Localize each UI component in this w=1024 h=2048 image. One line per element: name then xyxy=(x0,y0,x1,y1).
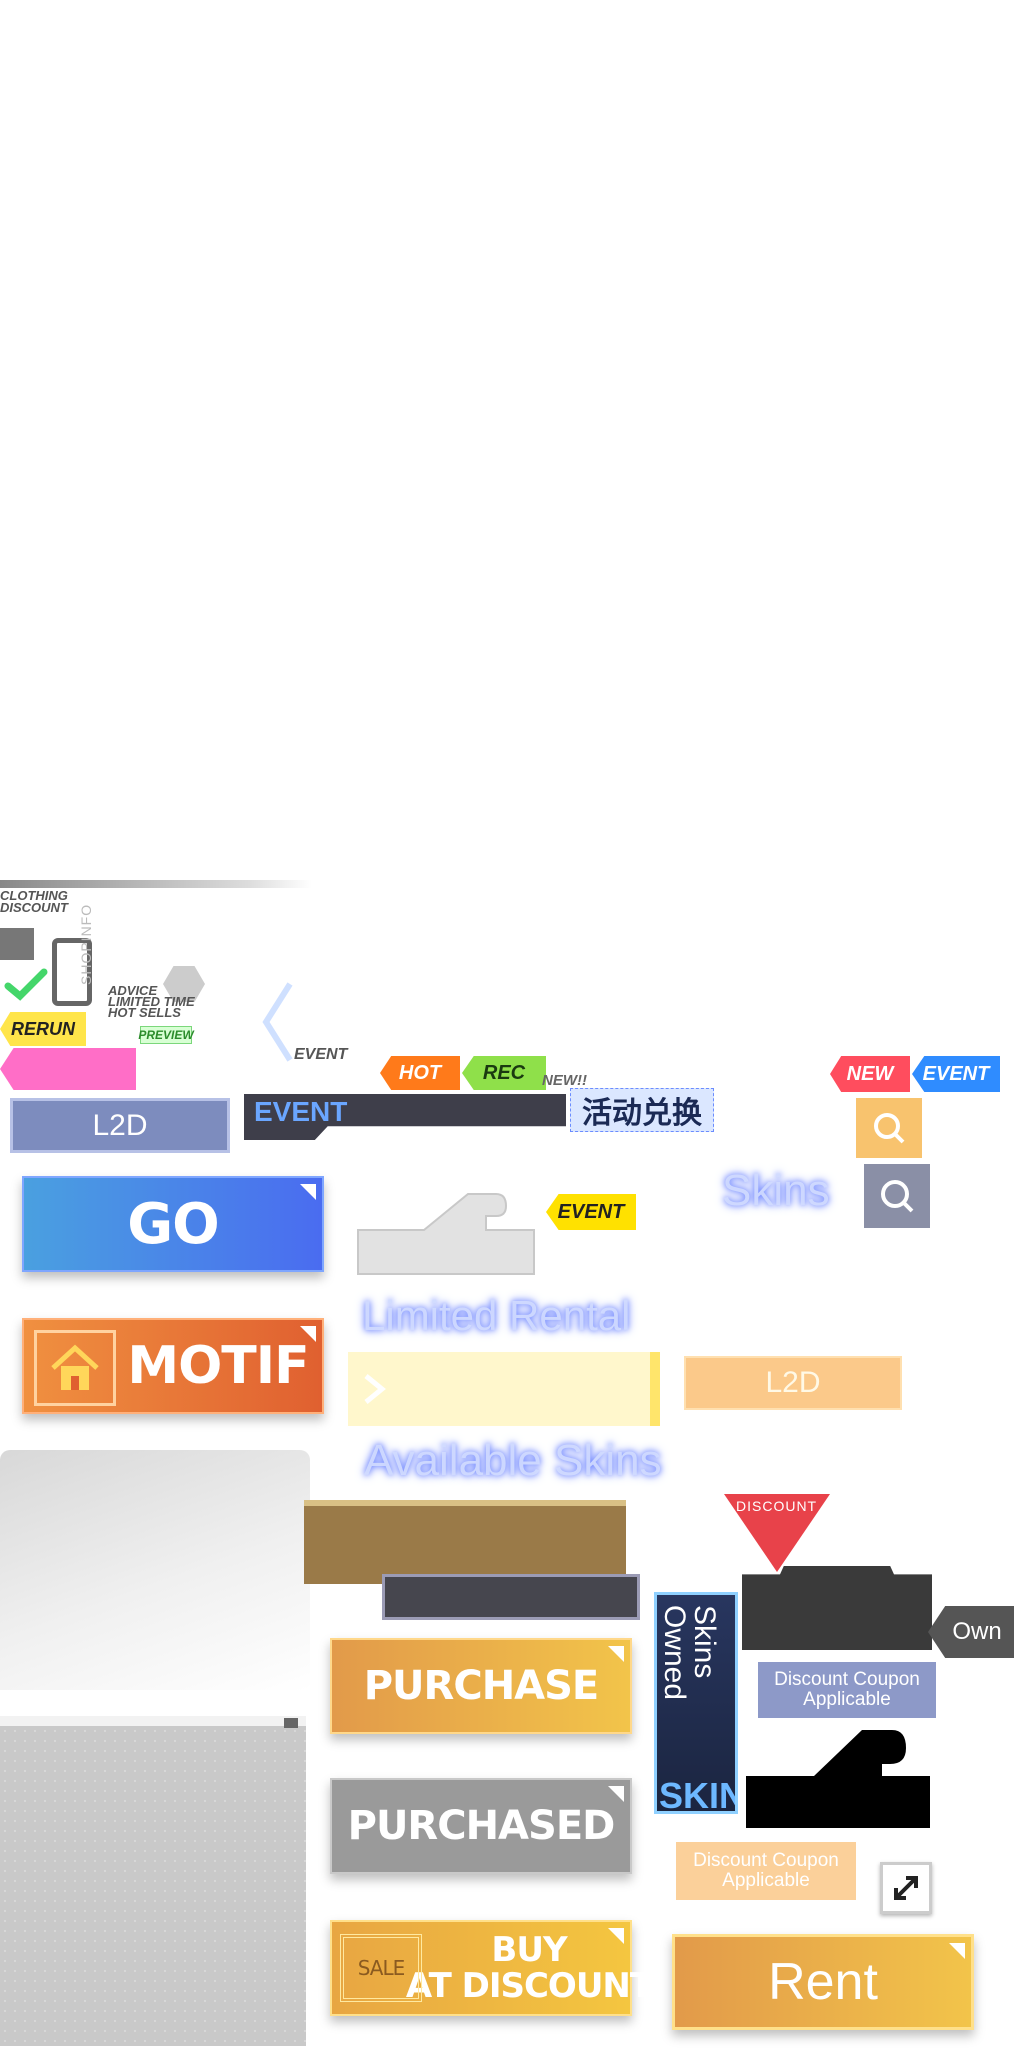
corner-marker xyxy=(608,1928,624,1944)
purchased-button: PURCHASED xyxy=(330,1778,632,1874)
l2d-orange-label: L2D xyxy=(765,1366,821,1399)
gray-square-icon xyxy=(0,928,34,960)
l2d-blue-badge: L2D xyxy=(10,1098,230,1153)
discount-coupon-badge-blue: Discount Coupon Applicable xyxy=(758,1662,936,1718)
event-small-tag: EVENT xyxy=(294,1046,348,1063)
available-skins-label: Available Skins xyxy=(364,1436,662,1485)
check-icon xyxy=(4,966,48,1002)
corner-marker xyxy=(608,1786,624,1802)
motif-label: MOTIF xyxy=(127,1336,309,1396)
rerun-label: RERUN xyxy=(10,1018,75,1039)
home-icon xyxy=(34,1330,116,1406)
hanger-shape xyxy=(356,1190,538,1276)
rent-label: Rent xyxy=(768,1953,878,2011)
preview-tag: PREVIEW xyxy=(138,1026,194,1044)
event-yellow-tag: EVENT xyxy=(546,1194,636,1230)
corner-marker xyxy=(608,1646,624,1662)
exchange-tag: 活动兑换 xyxy=(570,1088,714,1132)
discount-coupon-label-1: Discount Coupon Applicable xyxy=(774,1669,920,1710)
pink-arrow-tab xyxy=(0,1048,136,1090)
new-plain-tag: NEW!! xyxy=(542,1072,587,1089)
shopinfo-label: SHOPINFO xyxy=(78,903,94,985)
event-bar: EVENT xyxy=(244,1094,566,1140)
corner-marker xyxy=(300,1326,316,1342)
l2d-blue-label: L2D xyxy=(92,1108,148,1142)
skins-watermark: SKINS xyxy=(659,1775,735,1814)
discount-triangle: DISCOUNT xyxy=(724,1494,830,1572)
header-gradient-bar xyxy=(0,880,312,888)
go-label: GO xyxy=(127,1191,220,1257)
go-button[interactable]: GO xyxy=(22,1176,324,1272)
expand-icon[interactable] xyxy=(880,1862,932,1914)
sale-stamp: SALE xyxy=(340,1934,422,2002)
panel-corner-icon xyxy=(284,1718,298,1728)
event-blue-tag: EVENT xyxy=(912,1056,1000,1092)
hot-tag: HOT xyxy=(380,1056,460,1090)
purchase-label: PURCHASE xyxy=(363,1663,600,1709)
new-label: NEW xyxy=(846,1062,894,1085)
discount-coupon-label-2: Discount Coupon Applicable xyxy=(693,1850,839,1891)
dark-bar xyxy=(382,1574,640,1620)
rerun-tag: RERUN xyxy=(0,1012,86,1046)
motif-button[interactable]: MOTIF xyxy=(22,1318,324,1414)
skins-owned-card: Skins Owned SKINS xyxy=(654,1592,738,1814)
dotted-panel xyxy=(0,1716,306,2046)
chevron-right-icon xyxy=(364,1374,386,1404)
discount-label: DISCOUNT xyxy=(736,1498,818,1514)
preview-label: PREVIEW xyxy=(138,1028,194,1042)
brown-bar xyxy=(304,1500,626,1584)
buy-at-discount-button[interactable]: SALE BUY AT DISCOUNT xyxy=(330,1920,653,2016)
rec-label: REC xyxy=(482,1061,526,1084)
corner-marker xyxy=(300,1184,316,1200)
discount-coupon-badge-orange: Discount Coupon Applicable xyxy=(676,1842,856,1900)
purchased-label: PURCHASED xyxy=(347,1803,616,1849)
skins-label: Skins xyxy=(722,1166,830,1215)
search-icon-orange[interactable] xyxy=(856,1098,922,1158)
event-yellow-label: EVENT xyxy=(557,1200,625,1223)
l2d-orange-badge: L2D xyxy=(684,1356,902,1410)
black-hanger xyxy=(744,1726,934,1830)
new-tag: NEW xyxy=(830,1056,910,1092)
limited-rental-label: Limited Rental xyxy=(362,1292,631,1339)
hot-label: HOT xyxy=(398,1061,442,1084)
limited-rental-bar xyxy=(348,1352,660,1426)
search-icon-gray[interactable] xyxy=(864,1164,930,1228)
event-bar-label: EVENT xyxy=(254,1096,348,1127)
hot-sells-label: HOT SELLS xyxy=(108,1005,181,1020)
rec-tag: REC xyxy=(462,1056,546,1090)
own-tag: Own xyxy=(928,1606,1014,1658)
sale-label: SALE xyxy=(357,1956,406,1980)
own-label: Own xyxy=(952,1618,1002,1645)
event-blue-label: EVENT xyxy=(922,1062,990,1085)
rent-button[interactable]: Rent xyxy=(672,1934,974,2030)
purchase-button[interactable]: PURCHASE xyxy=(330,1638,632,1734)
exchange-label: 活动兑换 xyxy=(582,1097,702,1130)
black-panel xyxy=(742,1566,932,1650)
chevron-left-icon xyxy=(256,980,296,1064)
gradient-panel xyxy=(0,1450,310,1690)
corner-marker xyxy=(949,1943,965,1959)
